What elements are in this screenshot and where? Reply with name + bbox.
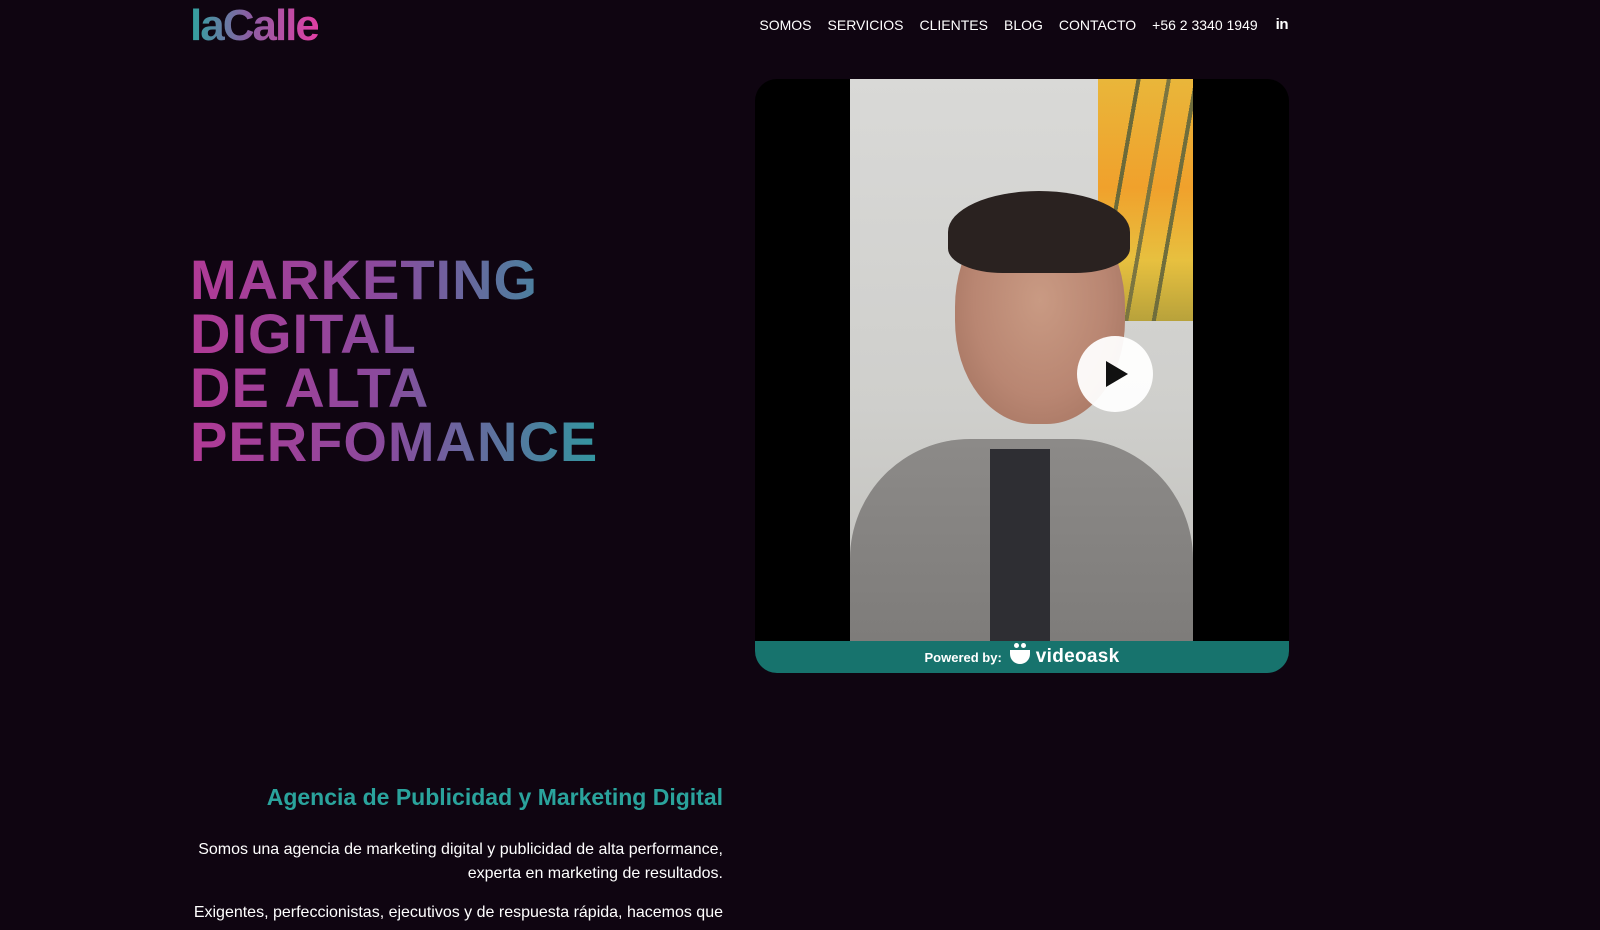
- headline-line-3: DE ALTA: [190, 360, 620, 416]
- logo[interactable]: laCalle: [190, 2, 320, 50]
- nav-item-blog[interactable]: BLOG: [996, 15, 1051, 35]
- play-button[interactable]: [1077, 336, 1153, 412]
- page: laCalle SOMOS SERVICIOS CLIENTES BLOG CO…: [0, 0, 1600, 930]
- headline-line-2: DIGITAL: [190, 306, 620, 362]
- headline-line-1: MARKETING: [190, 252, 620, 308]
- play-icon: [1106, 361, 1128, 387]
- linkedin-icon[interactable]: in: [1266, 15, 1289, 35]
- headline-line-4: PERFOMANCE: [190, 414, 620, 470]
- main-nav: SOMOS SERVICIOS CLIENTES BLOG CONTACTO +…: [751, 15, 1288, 35]
- about-section: Agencia de Publicidad y Marketing Digita…: [190, 782, 723, 930]
- nav-item-servicios[interactable]: SERVICIOS: [820, 15, 912, 35]
- nav-item-contacto[interactable]: CONTACTO: [1051, 15, 1144, 35]
- about-paragraph-2: Exigentes, perfeccionistas, ejecutivos y…: [193, 904, 723, 921]
- hero-headline: MARKETING DIGITAL DE ALTA PERFOMANCE: [190, 252, 620, 470]
- powered-by-label: Powered by:: [924, 649, 1002, 665]
- nav-item-phone[interactable]: +56 2 3340 1949: [1144, 15, 1266, 35]
- person-hair: [948, 191, 1130, 273]
- about-paragraph-1-line-2: experta en marketing de resultados.: [467, 865, 723, 882]
- about-paragraph-1: Somos una agencia de marketing digital y…: [190, 838, 723, 886]
- nav-item-clientes[interactable]: CLIENTES: [912, 15, 996, 35]
- person-collar: [990, 449, 1050, 673]
- videoask-icon: [1009, 643, 1030, 664]
- video-thumbnail: [850, 79, 1193, 673]
- nav-item-somos[interactable]: SOMOS: [751, 15, 819, 35]
- video-footer[interactable]: Powered by: videoask: [755, 641, 1289, 673]
- about-title: Agencia de Publicidad y Marketing Digita…: [266, 784, 723, 810]
- video-player[interactable]: Powered by: videoask: [755, 79, 1289, 673]
- videoask-brand: videoask: [1035, 646, 1120, 667]
- about-paragraph-1-line-1: Somos una agencia de marketing digital y…: [198, 841, 723, 858]
